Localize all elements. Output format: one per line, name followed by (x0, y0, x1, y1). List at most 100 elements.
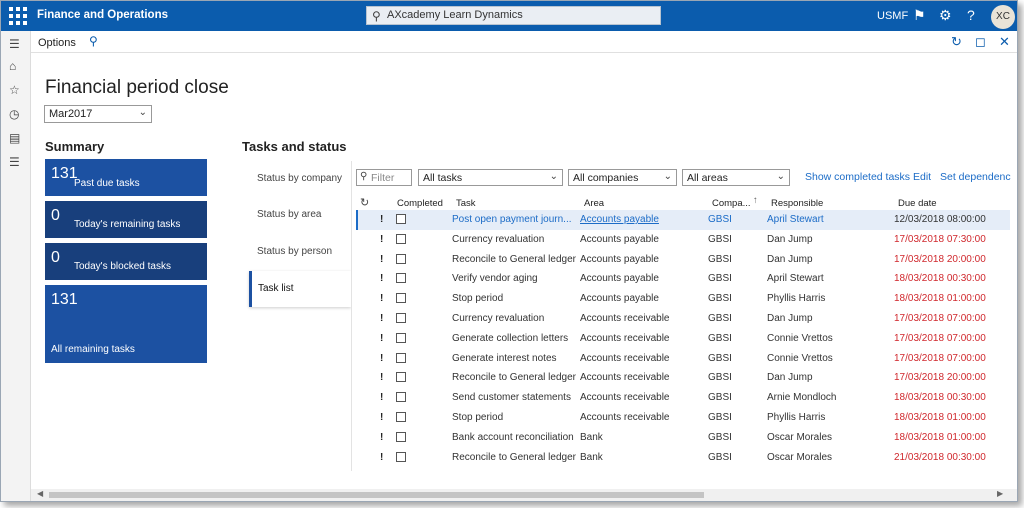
table-row[interactable]: ! Generate interest notes Accounts receiva… (356, 349, 1010, 369)
notification-icon[interactable]: ⚑ (913, 7, 926, 24)
options-tab[interactable]: Options (38, 37, 76, 49)
task-cell[interactable]: Post open payment journ... (452, 214, 576, 225)
area-cell[interactable]: Accounts payable (580, 293, 702, 304)
table-row[interactable]: ! Post open payment journ... Accounts paya… (356, 210, 1010, 230)
area-cell[interactable]: Accounts receivable (580, 313, 702, 324)
tile-past-due[interactable]: 131 Past due tasks (45, 159, 207, 196)
areas-select[interactable]: All areas ⌄ (682, 169, 790, 186)
tasks-select[interactable]: All tasks ⌄ (418, 169, 563, 186)
tab-status-by-company[interactable]: Status by company (249, 161, 351, 197)
column-header-task[interactable]: Task (456, 198, 476, 209)
table-row[interactable]: ! Reconcile to General ledger Bank GBSI Osca… (356, 448, 1010, 468)
task-cell[interactable]: Reconcile to General ledger (452, 372, 576, 383)
task-cell[interactable]: Currency revaluation (452, 234, 576, 245)
tab-task-list[interactable]: Task list (249, 271, 351, 307)
area-cell[interactable]: Accounts payable (580, 234, 702, 245)
avatar[interactable]: XC (991, 5, 1015, 29)
workspaces-icon[interactable]: ▤ (9, 131, 20, 145)
completed-checkbox[interactable] (396, 412, 406, 422)
filter-input[interactable]: ⚲ Filter (356, 169, 412, 186)
completed-checkbox[interactable] (396, 313, 406, 323)
task-cell[interactable]: Generate collection letters (452, 333, 576, 344)
due-date-cell: 12/03/2018 08:00:00 (894, 214, 986, 225)
period-select[interactable]: Mar2017 ⌄ (44, 105, 152, 123)
app-title[interactable]: Finance and Operations (37, 9, 168, 21)
completed-checkbox[interactable] (396, 293, 406, 304)
table-row[interactable]: ! Stop period Accounts payable GBSI Phyllis … (356, 289, 1010, 309)
completed-checkbox[interactable] (396, 253, 406, 264)
tab-status-by-area[interactable]: Status by area (249, 197, 351, 233)
table-row[interactable]: ! Verify vendor aging Accounts payable GBSI… (356, 269, 1010, 289)
global-search-input[interactable]: ⚲ AXcademy Learn Dynamics (366, 6, 661, 25)
table-row[interactable]: ! Stop period Accounts receivable GBSI Phyll… (356, 408, 1010, 428)
column-header-area[interactable]: Area (584, 198, 604, 209)
show-completed-tasks-button[interactable]: Show completed tasks (805, 171, 910, 183)
column-header-responsible[interactable]: Responsible (771, 198, 823, 209)
task-cell[interactable]: Send customer statements (452, 392, 576, 403)
task-cell[interactable]: Reconcile to General ledger (452, 254, 576, 265)
horizontal-scrollbar[interactable]: ◀ ▶ (31, 489, 1017, 501)
area-cell[interactable]: Accounts payable (580, 273, 702, 284)
home-icon[interactable]: ⌂ (9, 59, 16, 73)
tile-today-remaining[interactable]: 0 Today's remaining tasks (45, 201, 207, 238)
column-header-company[interactable]: Compa... (712, 198, 751, 209)
task-cell[interactable]: Stop period (452, 293, 576, 304)
table-row[interactable]: ! Currency revaluation Accounts payable GBS… (356, 230, 1010, 250)
completed-checkbox[interactable] (396, 332, 406, 343)
table-row[interactable]: ! Reconcile to General ledger Accounts pay… (356, 250, 1010, 270)
refresh-icon[interactable]: ↻ (951, 34, 962, 50)
area-cell[interactable]: Accounts receivable (580, 412, 702, 423)
table-row[interactable]: ! Send customer statements Accounts receiv… (356, 388, 1010, 408)
area-cell[interactable]: Accounts receivable (580, 392, 702, 403)
help-icon[interactable]: ? (967, 7, 975, 23)
completed-checkbox[interactable] (396, 214, 406, 224)
gear-icon[interactable]: ⚙ (939, 7, 952, 24)
completed-checkbox[interactable] (396, 372, 406, 383)
completed-checkbox[interactable] (396, 233, 406, 244)
column-header-due-date[interactable]: Due date (898, 198, 937, 209)
column-header-completed[interactable]: Completed (397, 198, 443, 209)
task-cell[interactable]: Verify vendor aging (452, 273, 576, 284)
area-cell[interactable]: Bank (580, 432, 702, 443)
area-cell[interactable]: Accounts payable (580, 254, 702, 265)
area-cell[interactable]: Bank (580, 452, 702, 463)
completed-checkbox[interactable] (396, 392, 406, 403)
close-icon[interactable]: ✕ (999, 34, 1010, 50)
table-row[interactable]: ! Generate collection letters Accounts rec… (356, 329, 1010, 349)
completed-checkbox[interactable] (396, 431, 406, 442)
company-picker[interactable]: USMF (877, 10, 908, 22)
completed-checkbox[interactable] (396, 352, 406, 363)
tile-today-blocked[interactable]: 0 Today's blocked tasks (45, 243, 207, 280)
scroll-left-icon[interactable]: ◀ (37, 489, 43, 498)
task-cell[interactable]: Bank account reconciliation (452, 432, 576, 443)
summary-heading: Summary (45, 139, 105, 154)
scrollbar-thumb[interactable] (49, 492, 704, 498)
area-cell[interactable]: Accounts receivable (580, 333, 702, 344)
edit-button[interactable]: Edit (913, 171, 931, 183)
favorites-icon[interactable]: ☆ (9, 83, 20, 97)
hamburger-icon[interactable]: ☰ (9, 37, 20, 51)
set-dependencies-button[interactable]: Set dependenc (940, 171, 1011, 183)
grid-refresh-icon[interactable]: ↻ (360, 196, 369, 209)
modules-icon[interactable]: ☰ (9, 155, 20, 169)
scroll-right-icon[interactable]: ▶ (997, 489, 1003, 498)
tile-all-remaining[interactable]: 131 All remaining tasks (45, 285, 207, 363)
area-cell[interactable]: Accounts payable (580, 214, 702, 225)
companies-select[interactable]: All companies ⌄ (568, 169, 677, 186)
waffle-icon[interactable] (5, 4, 27, 26)
task-cell[interactable]: Currency revaluation (452, 313, 576, 324)
action-search-icon[interactable]: ⚲ (89, 34, 98, 48)
completed-checkbox[interactable] (396, 273, 406, 284)
table-row[interactable]: ! Bank account reconciliation Bank GBSI Osca… (356, 428, 1010, 448)
open-new-window-icon[interactable]: ◻ (975, 34, 986, 50)
recent-icon[interactable]: ◷ (9, 107, 19, 121)
area-cell[interactable]: Accounts receivable (580, 353, 702, 364)
table-row[interactable]: ! Currency revaluation Accounts receivable… (356, 309, 1010, 329)
tab-status-by-person[interactable]: Status by person (249, 234, 351, 270)
table-row[interactable]: ! Reconcile to General ledger Accounts rec… (356, 368, 1010, 388)
task-cell[interactable]: Generate interest notes (452, 353, 576, 364)
task-cell[interactable]: Reconcile to General ledger (452, 452, 576, 463)
task-cell[interactable]: Stop period (452, 412, 576, 423)
area-cell[interactable]: Accounts receivable (580, 372, 702, 383)
completed-checkbox[interactable] (396, 451, 406, 462)
